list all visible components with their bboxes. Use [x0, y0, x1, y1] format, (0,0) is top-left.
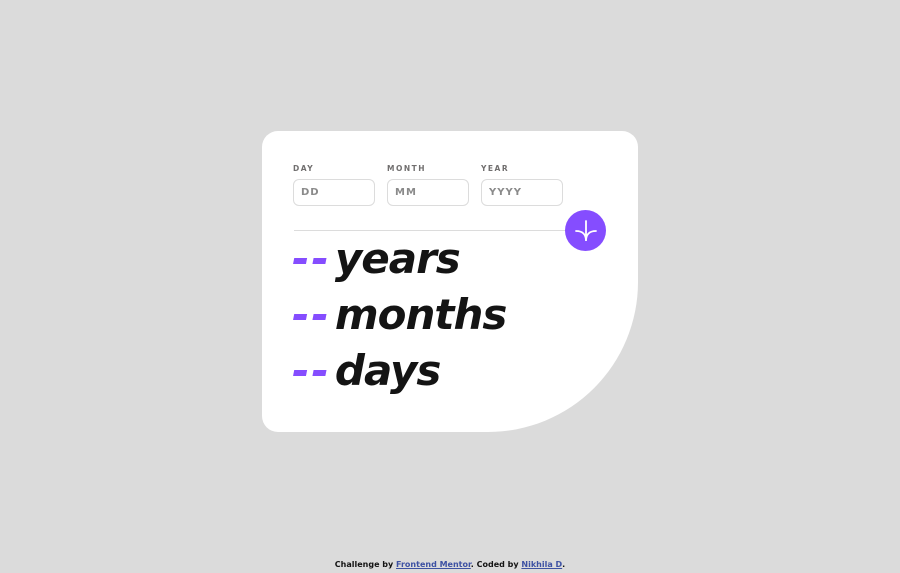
- author-link[interactable]: Nikhila D: [521, 560, 562, 569]
- years-value: --: [292, 234, 331, 283]
- months-value: --: [292, 290, 331, 339]
- day-field: DAY: [293, 163, 375, 206]
- attribution-suffix: .: [562, 560, 566, 569]
- arrow-down-icon: [574, 219, 597, 241]
- year-label: YEAR: [481, 164, 510, 173]
- days-value: --: [292, 346, 331, 395]
- attribution-middle: . Coded by: [470, 560, 519, 569]
- divider: [294, 230, 606, 231]
- months-unit: months: [334, 290, 507, 339]
- age-calculator-card: DAY MONTH YEAR --years --months --days: [262, 131, 638, 432]
- frontend-mentor-link[interactable]: Frontend Mentor: [396, 560, 471, 569]
- result-months: --months: [292, 290, 507, 340]
- month-label: MONTH: [387, 164, 427, 173]
- attribution-footer: Challenge by Frontend Mentor. Coded by N…: [0, 560, 900, 569]
- year-input[interactable]: [481, 179, 563, 206]
- month-input[interactable]: [387, 179, 469, 206]
- years-unit: years: [334, 234, 461, 283]
- month-field: MONTH: [387, 163, 469, 206]
- result-years: --years: [292, 234, 461, 284]
- result-days: --days: [292, 346, 441, 396]
- days-unit: days: [334, 346, 441, 395]
- day-label: DAY: [293, 164, 315, 173]
- day-input[interactable]: [293, 179, 375, 206]
- year-field: YEAR: [481, 163, 563, 206]
- submit-button[interactable]: [565, 210, 606, 251]
- attribution-prefix: Challenge by: [334, 560, 394, 569]
